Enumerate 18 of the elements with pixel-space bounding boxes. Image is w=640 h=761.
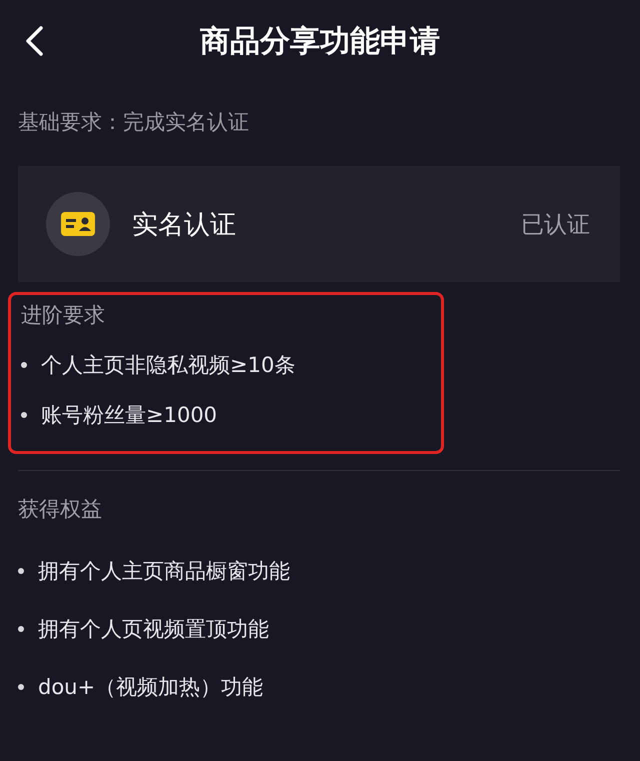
basic-requirement: 基础要求：完成实名认证	[17, 109, 250, 136]
benefit-text: dou+（视频加热）功能	[38, 674, 264, 701]
verification-label: 实名认证	[132, 208, 237, 242]
benefit-text: 拥有个人主页商品橱窗功能	[38, 558, 290, 585]
bullet-icon	[21, 412, 27, 418]
back-icon[interactable]	[24, 25, 44, 57]
requirement-text: 账号粉丝量≥1000	[41, 402, 218, 429]
bullet-icon	[18, 568, 24, 574]
bullet-icon	[21, 362, 27, 368]
page-title: 商品分享功能申请	[200, 22, 440, 60]
requirement-text: 个人主页非隐私视频≥10条	[41, 352, 296, 379]
section-title: 进阶要求	[21, 302, 106, 329]
verification-card[interactable]: 实名认证 已认证	[18, 166, 620, 282]
bullet-icon	[18, 626, 24, 632]
verification-status: 已认证	[521, 210, 590, 240]
bullet-icon	[18, 684, 24, 690]
section-title: 获得权益	[18, 496, 103, 523]
benefit-text: 拥有个人页视频置顶功能	[38, 616, 269, 643]
